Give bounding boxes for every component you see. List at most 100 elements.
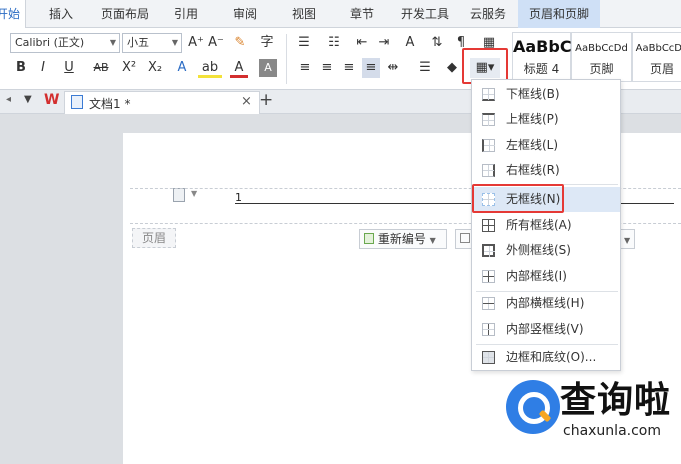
style-name: 页脚 — [589, 62, 614, 76]
tab-scroll-left-icon[interactable]: ◂ — [6, 94, 11, 105]
menu-item-top-border[interactable]: 上框线(P) — [473, 107, 620, 132]
style-heading4[interactable]: AaBbC 标题 4 — [512, 32, 572, 82]
watermark-url: chaxunla.com — [563, 423, 661, 439]
distributed-icon[interactable]: ⇹ — [384, 58, 402, 78]
menu-item-right-border[interactable]: 右框线(R) — [473, 158, 620, 183]
menu-item-inside-vertical-border[interactable]: 内部竖框线(V) — [473, 317, 620, 342]
underline-button[interactable]: U — [58, 58, 80, 78]
renumber-icon — [364, 233, 374, 244]
strikethrough-button[interactable]: AB — [88, 58, 114, 78]
watermark-title: 查询啦 — [560, 380, 672, 421]
tab-page-layout[interactable]: 页面布局 — [96, 0, 154, 28]
tab-review[interactable]: 审阅 — [224, 0, 266, 28]
menu-item-left-border[interactable]: 左框线(L) — [473, 133, 620, 158]
menu-item-label: 下框线(B) — [506, 87, 560, 101]
font-name-value: Calibri (正文) — [15, 36, 85, 49]
menu-item-inside-borders[interactable]: 内部框线(I) — [473, 264, 620, 289]
style-header[interactable]: AaBbCcDd 页眉 — [632, 32, 681, 82]
menu-item-label: 左框线(L) — [506, 138, 559, 152]
bullets-icon[interactable]: ☰ — [292, 33, 316, 53]
menu-item-label: 内部横框线(H) — [506, 296, 585, 310]
border-outer-icon — [482, 244, 495, 257]
font-name-select[interactable]: Calibri (正文) ▼ — [10, 33, 120, 53]
paragraph-shading-icon[interactable]: ◆ — [442, 58, 462, 78]
font-color-icon[interactable]: A — [230, 58, 248, 78]
style-name: 页眉 — [649, 62, 674, 76]
char-shading-icon[interactable]: A — [259, 59, 277, 77]
tab-home[interactable]: 开始 — [0, 0, 26, 29]
wps-logo-icon[interactable]: W — [44, 92, 59, 108]
font-size-value: 小五 — [127, 36, 149, 49]
phonetic-guide-icon[interactable]: 字 — [253, 33, 281, 53]
settings-icon — [460, 233, 470, 243]
chevron-down-icon: ▼ — [624, 236, 631, 245]
increase-indent-icon[interactable]: ⇥ — [375, 33, 393, 53]
highlight-icon[interactable]: ab — [198, 58, 222, 78]
tab-cloud-service[interactable]: 云服务 — [464, 0, 512, 28]
italic-button[interactable]: I — [34, 58, 52, 78]
renumber-button[interactable]: 重新编号 ▼ — [359, 229, 447, 249]
tab-sections[interactable]: 章节 — [341, 0, 383, 28]
border-left-icon — [482, 139, 495, 152]
document-title: 文档1 * — [89, 97, 131, 111]
highlight-box — [472, 184, 564, 213]
menu-item-outside-borders[interactable]: 外侧框线(S) — [473, 238, 620, 263]
numbering-icon[interactable]: ☷ — [322, 33, 346, 53]
font-size-select[interactable]: 小五 ▼ — [122, 33, 182, 53]
menu-item-borders-and-shading[interactable]: 边框和底纹(O)... — [473, 345, 620, 370]
divider — [286, 34, 287, 84]
chevron-down-icon: ▼ — [109, 38, 116, 47]
subscript-button[interactable]: X₂ — [144, 58, 166, 78]
shrink-font-button[interactable]: A⁻ — [206, 33, 226, 53]
line-spacing-icon[interactable]: ☰ — [414, 58, 436, 78]
menu-item-label: 外侧框线(S) — [506, 243, 571, 257]
ribbon-tab-bar: 开始 插入 页面布局 引用 审阅 视图 章节 开发工具 云服务 页眉和页脚 — [0, 0, 681, 29]
menu-item-label: 内部框线(I) — [506, 269, 567, 283]
new-tab-button[interactable]: + — [259, 90, 273, 110]
justify-icon[interactable]: ≡ — [362, 58, 380, 78]
document-tab[interactable]: 文档1 * × — [64, 91, 260, 114]
close-tab-icon[interactable]: × — [241, 94, 252, 109]
tab-references[interactable]: 引用 — [166, 0, 206, 28]
tab-view[interactable]: 视图 — [284, 0, 324, 28]
menu-item-all-borders[interactable]: 所有框线(A) — [473, 213, 620, 238]
menu-item-label: 右框线(R) — [506, 163, 560, 177]
superscript-button[interactable]: X² — [118, 58, 140, 78]
menu-item-bottom-border[interactable]: 下框线(B) — [473, 82, 620, 107]
style-sample: AaBbC — [513, 37, 572, 56]
align-right-icon[interactable]: ≡ — [340, 58, 358, 78]
border-dropdown-menu: 下框线(B) 上框线(P) 左框线(L) 右框线(R) 无框线(N) 所有框线(… — [471, 79, 621, 371]
bold-button[interactable]: B — [12, 58, 30, 78]
border-right-icon — [482, 164, 495, 177]
border-inner-horizontal-icon — [482, 297, 495, 310]
chevron-down-icon: ▼ — [171, 38, 178, 47]
sort-icon[interactable]: ⇅ — [428, 33, 446, 53]
style-sample: AaBbCcDd — [635, 43, 681, 54]
chevron-down-icon[interactable]: ▼ — [24, 94, 32, 105]
header-more-button[interactable]: ▼ — [619, 229, 635, 249]
border-inner-vertical-icon — [482, 323, 495, 336]
style-name: 标题 4 — [523, 62, 560, 76]
menu-item-label: 所有框线(A) — [506, 218, 572, 232]
decrease-indent-icon[interactable]: ⇤ — [353, 33, 371, 53]
align-left-icon[interactable]: ≡ — [296, 58, 314, 78]
tab-insert[interactable]: 插入 — [40, 0, 82, 28]
chevron-down-icon: ▼ — [429, 236, 436, 245]
menu-item-label: 内部竖框线(V) — [506, 322, 584, 336]
grow-font-button[interactable]: A⁺ — [186, 33, 206, 53]
change-case-icon[interactable]: A — [397, 33, 423, 53]
header-label: 页眉 — [132, 228, 176, 248]
tab-header-footer[interactable]: 页眉和页脚 — [518, 0, 600, 28]
menu-item-label: 上框线(P) — [506, 112, 559, 126]
clear-format-icon[interactable]: ✎ — [230, 33, 250, 53]
border-bottom-icon — [482, 88, 495, 101]
menu-item-inside-horizontal-border[interactable]: 内部横框线(H) — [473, 291, 620, 316]
tab-developer[interactable]: 开发工具 — [396, 0, 454, 28]
text-effect-icon[interactable]: A — [172, 58, 192, 78]
style-sample: AaBbCcDd — [575, 43, 628, 54]
align-center-icon[interactable]: ≡ — [318, 58, 336, 78]
style-footer[interactable]: AaBbCcDd 页脚 — [571, 32, 632, 82]
border-all-icon — [482, 219, 495, 232]
renumber-label: 重新编号 — [377, 232, 426, 246]
watermark-logo-icon — [506, 380, 560, 434]
